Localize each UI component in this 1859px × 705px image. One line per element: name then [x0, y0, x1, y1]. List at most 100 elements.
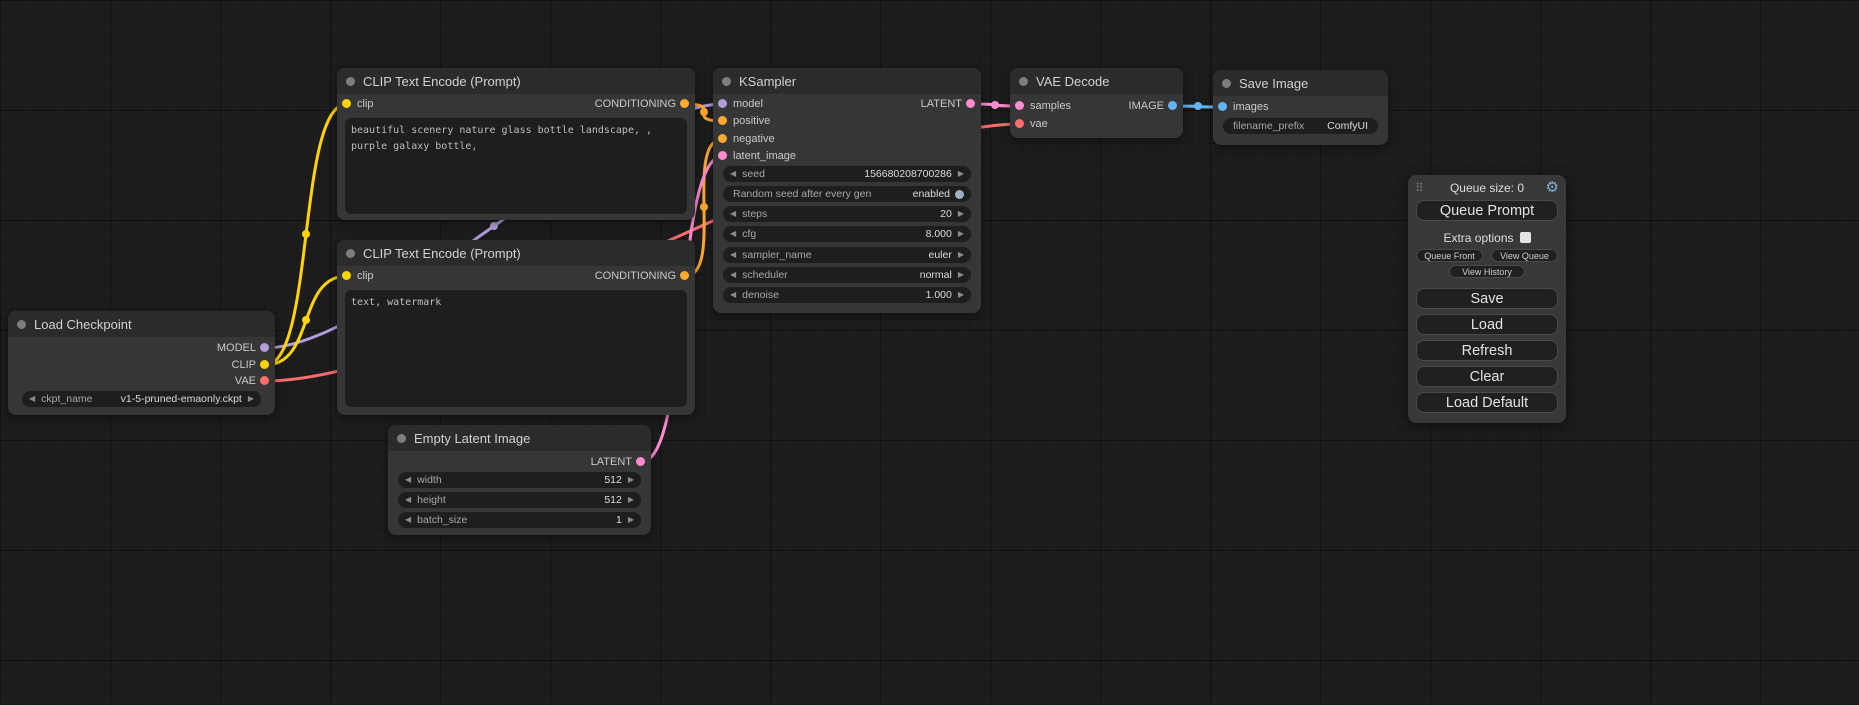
- node-title-bar[interactable]: Load Checkpoint: [8, 311, 275, 337]
- widget-scheduler[interactable]: ◀ scheduler normal ▶: [723, 267, 971, 283]
- decrement-arrow-icon[interactable]: ◀: [730, 247, 736, 263]
- widget-width[interactable]: ◀ width 512 ▶: [398, 472, 641, 488]
- node-title-bar[interactable]: Save Image: [1213, 70, 1388, 96]
- collapse-dot-icon[interactable]: [346, 77, 355, 86]
- node-title-bar[interactable]: CLIP Text Encode (Prompt): [337, 68, 695, 94]
- node-clip-text-encode-positive[interactable]: CLIP Text Encode (Prompt) clip CONDITION…: [337, 68, 695, 220]
- widget-value: 512: [604, 474, 622, 486]
- decrement-arrow-icon[interactable]: ◀: [730, 206, 736, 222]
- output-port-clip[interactable]: [260, 360, 269, 369]
- input-port-clip[interactable]: [342, 271, 351, 280]
- node-vae-decode[interactable]: VAE Decode samples vae IMAGE: [1010, 68, 1183, 138]
- node-title-bar[interactable]: VAE Decode: [1010, 68, 1183, 94]
- collapse-dot-icon[interactable]: [722, 77, 731, 86]
- output-port-image[interactable]: [1168, 101, 1177, 110]
- node-clip-text-encode-negative[interactable]: CLIP Text Encode (Prompt) clip CONDITION…: [337, 240, 695, 415]
- decrement-arrow-icon[interactable]: ◀: [405, 512, 411, 528]
- decrement-arrow-icon[interactable]: ◀: [730, 166, 736, 182]
- increment-arrow-icon[interactable]: ▶: [628, 512, 634, 528]
- widget-denoise[interactable]: ◀ denoise 1.000 ▶: [723, 287, 971, 303]
- widget-height[interactable]: ◀ height 512 ▶: [398, 492, 641, 508]
- decrement-arrow-icon[interactable]: ◀: [405, 472, 411, 488]
- collapse-dot-icon[interactable]: [1019, 77, 1028, 86]
- node-title: CLIP Text Encode (Prompt): [363, 246, 521, 261]
- load-button[interactable]: Load: [1416, 314, 1558, 335]
- node-title-bar[interactable]: CLIP Text Encode (Prompt): [337, 240, 695, 266]
- drag-handle-icon[interactable]: ⠿: [1415, 181, 1424, 195]
- collapse-dot-icon[interactable]: [1222, 79, 1231, 88]
- increment-arrow-icon[interactable]: ▶: [958, 247, 964, 263]
- decrement-arrow-icon[interactable]: ◀: [730, 226, 736, 242]
- widget-batch-size[interactable]: ◀ batch_size 1 ▶: [398, 512, 641, 528]
- decrement-arrow-icon[interactable]: ◀: [730, 267, 736, 283]
- collapse-dot-icon[interactable]: [346, 249, 355, 258]
- output-port-latent[interactable]: [966, 99, 975, 108]
- input-port-positive[interactable]: [718, 116, 727, 125]
- input-port-vae[interactable]: [1015, 119, 1024, 128]
- output-port-model[interactable]: [260, 343, 269, 352]
- increment-arrow-icon[interactable]: ▶: [958, 206, 964, 222]
- widget-sampler-name[interactable]: ◀ sampler_name euler ▶: [723, 247, 971, 263]
- input-label-vae: vae: [1030, 118, 1048, 130]
- widget-label: sampler_name: [742, 249, 811, 261]
- widget-cfg[interactable]: ◀ cfg 8.000 ▶: [723, 226, 971, 242]
- widget-label: seed: [742, 168, 765, 180]
- queue-prompt-button[interactable]: Queue Prompt: [1416, 200, 1558, 221]
- input-port-latent-image[interactable]: [718, 151, 727, 160]
- load-default-button[interactable]: Load Default: [1416, 392, 1558, 413]
- widget-filename-prefix[interactable]: filename_prefix ComfyUI: [1223, 118, 1378, 134]
- input-port-samples[interactable]: [1015, 101, 1024, 110]
- extra-options-checkbox[interactable]: [1520, 232, 1531, 243]
- output-label-image: IMAGE: [1129, 100, 1164, 112]
- node-save-image[interactable]: Save Image images filename_prefix ComfyU…: [1213, 70, 1388, 145]
- node-title-bar[interactable]: Empty Latent Image: [388, 425, 651, 451]
- widget-value: 156680208700286: [864, 168, 952, 180]
- widget-steps[interactable]: ◀ steps 20 ▶: [723, 206, 971, 222]
- output-port-conditioning[interactable]: [680, 99, 689, 108]
- node-title: VAE Decode: [1036, 74, 1109, 89]
- input-port-negative[interactable]: [718, 134, 727, 143]
- decrement-arrow-icon[interactable]: ◀: [405, 492, 411, 508]
- output-port-latent[interactable]: [636, 457, 645, 466]
- input-port-model[interactable]: [718, 99, 727, 108]
- prompt-textarea[interactable]: beautiful scenery nature glass bottle la…: [345, 118, 687, 214]
- collapse-dot-icon[interactable]: [17, 320, 26, 329]
- widget-seed[interactable]: ◀ seed 156680208700286 ▶: [723, 166, 971, 182]
- view-queue-button[interactable]: View Queue: [1491, 249, 1558, 262]
- output-port-conditioning[interactable]: [680, 271, 689, 280]
- output-label-clip: CLIP: [232, 359, 256, 371]
- increment-arrow-icon[interactable]: ▶: [628, 472, 634, 488]
- node-empty-latent-image[interactable]: Empty Latent Image LATENT ◀ width 512 ▶ …: [388, 425, 651, 535]
- increment-arrow-icon[interactable]: ▶: [958, 287, 964, 303]
- input-label-latent-image: latent_image: [733, 150, 796, 162]
- node-ksampler[interactable]: KSampler model positive negative latent_…: [713, 68, 981, 313]
- prompt-textarea[interactable]: text, watermark: [345, 290, 687, 407]
- increment-arrow-icon[interactable]: ▶: [958, 267, 964, 283]
- clear-button[interactable]: Clear: [1416, 366, 1558, 387]
- increment-arrow-icon[interactable]: ▶: [628, 492, 634, 508]
- widget-ckpt-name[interactable]: ◀ ckpt_name v1-5-pruned-emaonly.ckpt ▶: [22, 391, 261, 407]
- decrement-arrow-icon[interactable]: ◀: [29, 391, 35, 407]
- wire-dot-negative-conditioning: [700, 203, 708, 211]
- node-title-bar[interactable]: KSampler: [713, 68, 981, 94]
- increment-arrow-icon[interactable]: ▶: [248, 391, 254, 407]
- increment-arrow-icon[interactable]: ▶: [958, 226, 964, 242]
- collapse-dot-icon[interactable]: [397, 434, 406, 443]
- output-label-latent: LATENT: [591, 456, 632, 468]
- output-port-vae[interactable]: [260, 376, 269, 385]
- widget-random-seed-toggle[interactable]: Random seed after every gen enabled: [723, 186, 971, 202]
- widget-label: batch_size: [417, 514, 467, 526]
- decrement-arrow-icon[interactable]: ◀: [730, 287, 736, 303]
- increment-arrow-icon[interactable]: ▶: [958, 166, 964, 182]
- refresh-button[interactable]: Refresh: [1416, 340, 1558, 361]
- save-button[interactable]: Save: [1416, 288, 1558, 309]
- input-port-clip[interactable]: [342, 99, 351, 108]
- wire-dot-clip-positive: [302, 230, 310, 238]
- widget-value: enabled: [913, 188, 950, 200]
- queue-front-button[interactable]: Queue Front: [1416, 249, 1483, 262]
- input-port-images[interactable]: [1218, 102, 1227, 111]
- widget-value: 1.000: [926, 289, 952, 301]
- settings-gear-icon[interactable]: ⚙: [1546, 180, 1559, 196]
- view-history-button[interactable]: View History: [1449, 265, 1525, 278]
- node-load-checkpoint[interactable]: Load Checkpoint MODEL CLIP VAE ◀ ckpt_na…: [8, 311, 275, 415]
